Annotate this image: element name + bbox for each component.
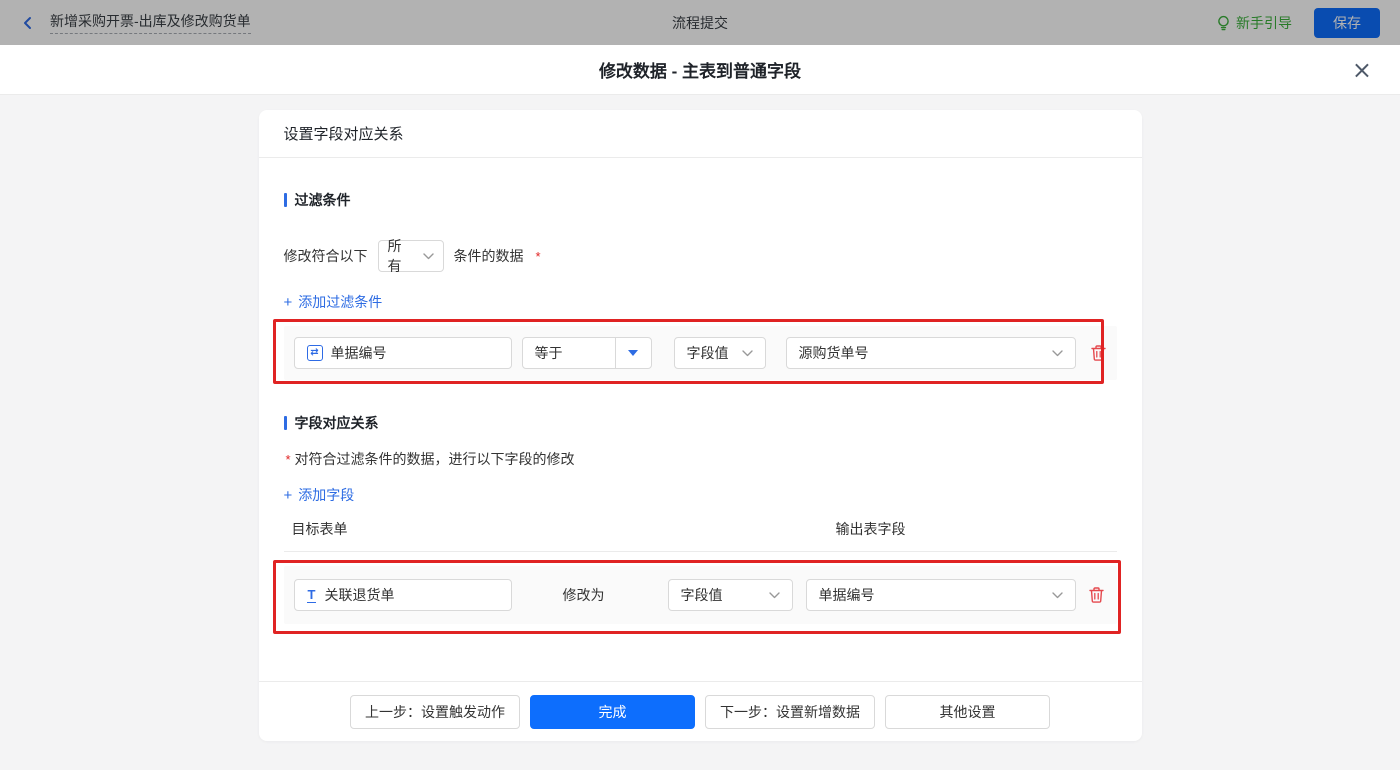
trash-icon <box>1090 344 1107 362</box>
output-value-type-value: 字段值 <box>681 585 723 605</box>
source-field-select[interactable]: 源购货单号 <box>786 337 1076 369</box>
delete-condition-button[interactable] <box>1090 344 1107 362</box>
mapping-section-label: 字段对应关系 <box>295 413 379 433</box>
add-field-label: 添加字段 <box>298 485 354 505</box>
value-type-select[interactable]: 字段值 <box>674 337 766 369</box>
operator-caret-button[interactable] <box>615 338 651 368</box>
delete-mapping-button[interactable] <box>1088 586 1105 604</box>
filter-section-label: 过滤条件 <box>295 190 351 210</box>
save-button[interactable]: 保存 <box>1314 8 1380 38</box>
match-condition-line: 修改符合以下 所有 条件的数据 * <box>284 240 1117 272</box>
condition-field-value: 单据编号 <box>331 343 387 363</box>
settings-card: 设置字段对应关系 过滤条件 修改符合以下 所有 条件的数据 * <box>259 110 1142 741</box>
process-submit-label: 流程提交 <box>0 13 1400 33</box>
plus-icon: + <box>284 295 293 310</box>
chevron-down-icon <box>769 592 780 599</box>
done-button[interactable]: 完成 <box>530 695 695 729</box>
beginner-guide-label: 新手引导 <box>1236 13 1292 33</box>
card-footer: 上一步：设置触发动作 完成 下一步：设置新增数据 其他设置 <box>259 681 1142 741</box>
caret-down-icon <box>628 350 638 356</box>
app-toolbar: 新增采购开票-出库及修改购货单 流程提交 新手引导 保存 <box>0 0 1400 45</box>
mapping-section-title: 字段对应关系 <box>284 413 1117 433</box>
card-header-title: 设置字段对应关系 <box>259 110 1142 158</box>
mapping-column-headers: 目标表单 输出表字段 <box>284 519 1117 552</box>
add-filter-condition-label: 添加过滤条件 <box>298 292 382 312</box>
operator-value: 等于 <box>523 343 607 363</box>
required-asterisk: * <box>536 249 541 264</box>
modify-to-label: 修改为 <box>563 585 605 605</box>
mapping-description-line: * 对符合过滤条件的数据，进行以下字段的修改 <box>284 449 1117 469</box>
output-field-value: 单据编号 <box>819 585 875 605</box>
section-accent-bar <box>284 416 287 430</box>
value-type-value: 字段值 <box>687 343 729 363</box>
field-mapping-row: T 关联退货单 修改为 字段值 单据编号 <box>284 566 1117 624</box>
chevron-down-icon <box>1052 350 1063 357</box>
output-value-type-select[interactable]: 字段值 <box>668 579 793 611</box>
beginner-guide-link[interactable]: 新手引导 <box>1216 13 1292 33</box>
chevron-down-icon <box>1052 592 1063 599</box>
section-accent-bar <box>284 193 287 207</box>
prev-step-button[interactable]: 上一步：设置触发动作 <box>350 695 520 729</box>
target-field-value: 关联退货单 <box>324 585 394 605</box>
required-asterisk: * <box>286 452 291 467</box>
output-field-select[interactable]: 单据编号 <box>806 579 1076 611</box>
plus-icon: + <box>284 488 293 503</box>
condition-prefix: 修改符合以下 <box>284 246 368 266</box>
lightbulb-icon <box>1216 15 1231 31</box>
next-step-button[interactable]: 下一步：设置新增数据 <box>705 695 875 729</box>
serial-number-field-icon: ⇄ <box>307 345 323 361</box>
output-field-column-header: 输出表字段 <box>836 519 906 539</box>
mapping-description: 对符合过滤条件的数据，进行以下字段的修改 <box>294 451 574 467</box>
source-field-value: 源购货单号 <box>799 343 869 363</box>
condition-suffix: 条件的数据 <box>454 246 524 266</box>
match-mode-value: 所有 <box>388 236 415 276</box>
modal-body: 设置字段对应关系 过滤条件 修改符合以下 所有 条件的数据 * <box>0 110 1400 770</box>
other-settings-button[interactable]: 其他设置 <box>885 695 1050 729</box>
add-filter-condition-link[interactable]: + 添加过滤条件 <box>284 292 383 312</box>
target-form-column-header: 目标表单 <box>292 519 836 539</box>
chevron-down-icon <box>423 253 434 260</box>
match-mode-select[interactable]: 所有 <box>378 240 444 272</box>
add-field-link[interactable]: + 添加字段 <box>284 485 355 505</box>
chevron-down-icon <box>742 350 753 357</box>
text-field-icon: T <box>307 588 317 603</box>
filter-condition-row: ⇄ 单据编号 等于 字段值 源购货单号 <box>284 326 1117 380</box>
trash-icon <box>1088 586 1105 604</box>
operator-select[interactable]: 等于 <box>522 337 652 369</box>
close-icon[interactable]: × <box>1352 58 1372 82</box>
modal-title: 修改数据 - 主表到普通字段 <box>599 57 801 82</box>
filter-section-title: 过滤条件 <box>284 190 1117 210</box>
target-field-input[interactable]: T 关联退货单 <box>294 579 512 611</box>
condition-field-input[interactable]: ⇄ 单据编号 <box>294 337 512 369</box>
modal-header: 修改数据 - 主表到普通字段 × <box>0 45 1400 95</box>
